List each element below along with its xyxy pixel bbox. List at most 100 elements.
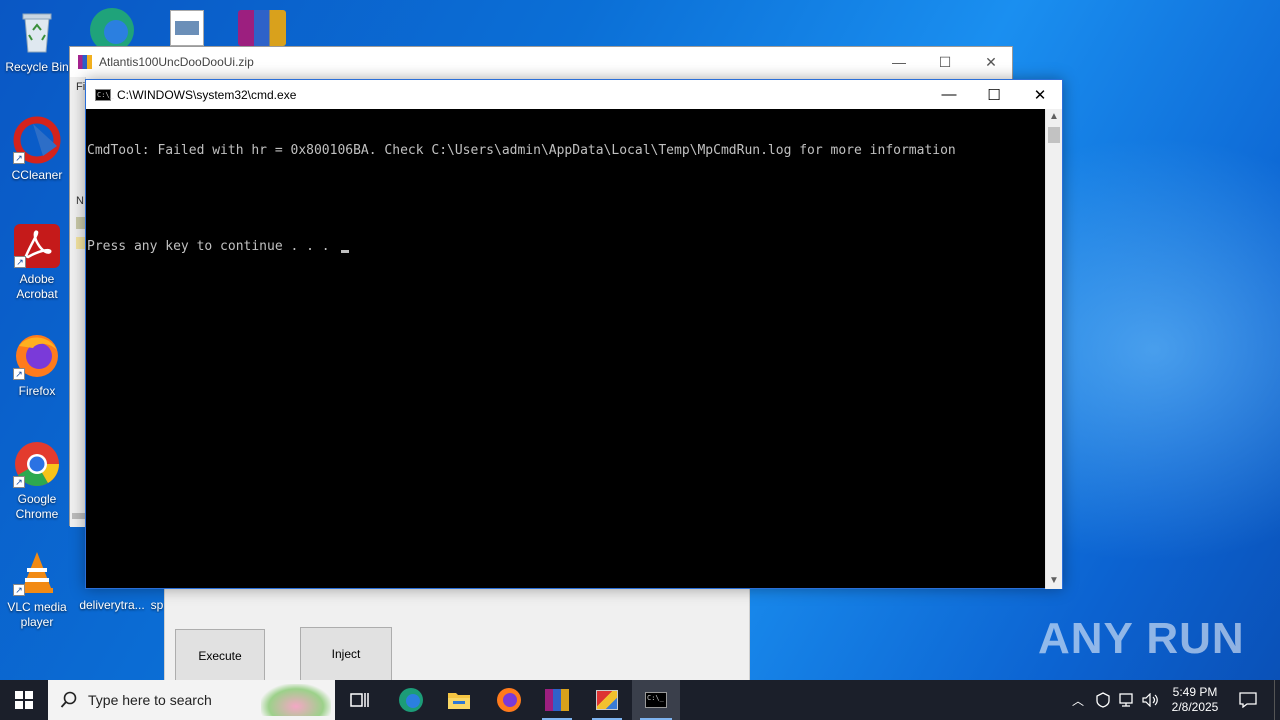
desktop-icon-label: sp xyxy=(150,598,164,612)
taskbar-cmd[interactable]: C:\_ xyxy=(632,680,680,720)
desktop-icon-vlc[interactable]: ↗ VLC media player xyxy=(1,548,73,630)
maximize-button[interactable]: ☐ xyxy=(971,80,1017,109)
desktop-icon-document[interactable] xyxy=(170,10,204,46)
show-desktop-button[interactable] xyxy=(1274,680,1280,720)
zip-window-titlebar[interactable]: Atlantis100UncDooDooUi.zip xyxy=(70,47,1012,77)
scroll-down-icon[interactable]: ▼ xyxy=(1046,573,1062,589)
chrome-icon: ↗ xyxy=(13,440,61,488)
console-prompt-text: Press any key to continue . . . xyxy=(87,239,338,254)
task-view-button[interactable] xyxy=(338,680,382,720)
taskbar-edge[interactable] xyxy=(388,680,434,720)
chevron-up-icon: ︿ xyxy=(1071,693,1084,708)
taskbar-file-explorer[interactable] xyxy=(436,680,482,720)
vlc-icon: ↗ xyxy=(13,548,61,596)
maximize-icon: ☐ xyxy=(987,86,1001,104)
desktop-icon-deliverytra[interactable]: deliverytra... xyxy=(76,598,148,613)
scrollbar-thumb[interactable] xyxy=(1048,127,1060,143)
desktop-icon-sp[interactable]: sp xyxy=(150,598,164,613)
scroll-up-icon[interactable]: ▲ xyxy=(1046,109,1062,125)
desktop-icon-label: Adobe Acrobat xyxy=(16,272,58,301)
edge-icon xyxy=(399,688,423,712)
desktop-icon-label: Firefox xyxy=(18,384,56,398)
cmd-window-title: C:\WINDOWS\system32\cmd.exe xyxy=(117,87,297,102)
anyrun-watermark: ANY RUN xyxy=(1038,606,1245,672)
tray-network-icon[interactable] xyxy=(1116,680,1138,720)
taskbar-winrar[interactable] xyxy=(534,680,580,720)
firefox-icon xyxy=(497,688,521,712)
close-button[interactable]: ✕ xyxy=(968,47,1014,77)
close-button[interactable]: ✕ xyxy=(1017,80,1063,109)
minimize-button[interactable]: — xyxy=(926,80,972,109)
minimize-icon: — xyxy=(892,54,906,70)
desktop-icon-label: Recycle Bin xyxy=(5,60,69,74)
desktop-icon-ccleaner[interactable]: ↗ CCleaner xyxy=(1,116,73,183)
clock-time: 5:49 PM xyxy=(1172,685,1218,699)
search-placeholder: Type here to search xyxy=(88,692,212,708)
desktop-icon-winrar[interactable] xyxy=(238,10,286,46)
show-hidden-icons-button[interactable]: ︿ xyxy=(1068,680,1088,720)
security-icon xyxy=(1096,692,1110,708)
cmd-window: C:\_ C:\WINDOWS\system32\cmd.exe — ☐ ✕ C… xyxy=(85,79,1063,589)
firefox-icon: ↗ xyxy=(13,332,61,380)
shortcut-arrow-icon: ↗ xyxy=(13,368,25,380)
action-center-button[interactable] xyxy=(1230,680,1266,720)
taskbar-app[interactable] xyxy=(584,680,630,720)
task-view-icon xyxy=(350,693,369,707)
desktop-icon-adobe-acrobat[interactable]: ↗ Adobe Acrobat xyxy=(1,224,73,302)
desktop-icon-label: deliverytra... xyxy=(79,598,145,612)
close-icon: ✕ xyxy=(985,53,997,70)
zip-window-title: Atlantis100UncDooDooUi.zip xyxy=(99,55,254,69)
console-line: Press any key to continue . . . xyxy=(87,239,1046,255)
ccleaner-icon: ↗ xyxy=(13,116,61,164)
shortcut-arrow-icon: ↗ xyxy=(13,476,25,488)
adobe-acrobat-icon: ↗ xyxy=(14,224,60,268)
search-icon xyxy=(60,691,77,708)
shortcut-arrow-icon: ↗ xyxy=(13,584,25,596)
file-explorer-icon xyxy=(448,693,470,709)
maximize-icon: ☐ xyxy=(938,53,952,70)
windows-logo-icon xyxy=(15,691,33,709)
vertical-scrollbar[interactable]: ▲ ▼ xyxy=(1045,109,1062,589)
cmd-titlebar[interactable]: C:\_ C:\WINDOWS\system32\cmd.exe xyxy=(86,80,1062,109)
text-cursor xyxy=(341,250,350,253)
taskbar-search-box[interactable]: Type here to search xyxy=(48,680,335,720)
minimize-icon: — xyxy=(941,86,957,103)
injector-app-panel: Execute Inject xyxy=(164,588,750,683)
start-button[interactable] xyxy=(0,680,48,720)
tray-volume-icon[interactable] xyxy=(1140,680,1162,720)
taskbar: Type here to search C:\_ ︿ 5:49 PM 2/8/2… xyxy=(0,680,1280,720)
shortcut-arrow-icon: ↗ xyxy=(13,152,25,164)
desktop-icon-google-chrome[interactable]: ↗ Google Chrome xyxy=(1,440,73,522)
cmd-icon: C:\_ xyxy=(95,88,114,101)
minimize-button[interactable]: — xyxy=(876,47,922,77)
scrollbar[interactable] xyxy=(72,513,86,519)
volume-icon xyxy=(1142,693,1158,707)
clock-date: 2/8/2025 xyxy=(1171,700,1219,714)
column-header-name[interactable]: N xyxy=(76,195,84,207)
desktop-icon-label: VLC media player xyxy=(7,600,67,629)
watermark-text: ANY RUN xyxy=(1038,614,1245,663)
app-icon xyxy=(596,690,618,710)
close-icon: ✕ xyxy=(1033,86,1047,104)
execute-button[interactable]: Execute xyxy=(175,629,265,683)
desktop-icon-label: CCleaner xyxy=(11,168,63,182)
maximize-button[interactable]: ☐ xyxy=(922,47,968,77)
desktop-icon-firefox[interactable]: ↗ Firefox xyxy=(1,332,73,399)
notification-icon xyxy=(1239,692,1257,708)
menu-label[interactable]: Fi xyxy=(76,81,85,93)
cmd-icon: C:\_ xyxy=(645,692,667,708)
zip-window-sidebar: Fi N xyxy=(70,77,86,527)
console-output[interactable]: CmdTool: Failed with hr = 0x800106BA. Ch… xyxy=(86,109,1046,589)
inject-button[interactable]: Inject xyxy=(300,627,392,681)
tray-security-icon[interactable] xyxy=(1092,680,1114,720)
desktop-icon-label: Google Chrome xyxy=(15,492,59,521)
console-line: CmdTool: Failed with hr = 0x800106BA. Ch… xyxy=(87,143,956,158)
taskbar-clock[interactable]: 5:49 PM 2/8/2025 xyxy=(1164,680,1226,720)
search-highlight-icon xyxy=(261,684,331,716)
taskbar-firefox[interactable] xyxy=(486,680,532,720)
shortcut-arrow-icon: ↗ xyxy=(14,256,26,268)
desktop-icon-edge[interactable] xyxy=(88,6,136,52)
desktop-icon-recycle-bin[interactable]: Recycle Bin xyxy=(1,8,73,75)
network-icon xyxy=(1119,693,1133,707)
